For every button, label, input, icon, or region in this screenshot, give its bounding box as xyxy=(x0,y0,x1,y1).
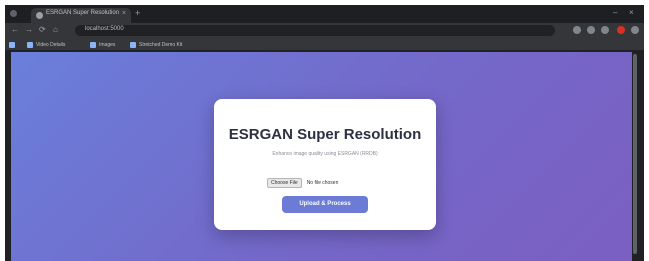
extension-icon[interactable] xyxy=(573,26,581,34)
window-menu-icon[interactable] xyxy=(10,10,17,17)
choose-file-button[interactable]: Choose File xyxy=(267,178,302,188)
browser-tab[interactable]: ESRGAN Super Resolution × xyxy=(31,8,131,23)
browser-toolbar: ← → ⟳ ⌂ localhost:5000 xyxy=(5,23,644,38)
page-title: ESRGAN Super Resolution xyxy=(228,126,422,143)
browser-window: ESRGAN Super Resolution × + – × ← → ⟳ ⌂ … xyxy=(5,5,644,261)
browser-menu-icon[interactable] xyxy=(631,26,639,34)
file-status: No file chosen xyxy=(306,180,339,186)
scrollbar-thumb[interactable] xyxy=(633,54,637,254)
new-tab-button[interactable]: + xyxy=(135,8,140,18)
profile-avatar-icon[interactable] xyxy=(617,26,625,34)
page-subtitle: Enhance image quality using ESRGAN (RRDB… xyxy=(272,151,378,157)
apps-icon[interactable] xyxy=(9,41,15,48)
tab-close-icon[interactable]: × xyxy=(122,10,126,17)
upload-card: ESRGAN Super Resolution Enhance image qu… xyxy=(214,99,436,230)
tab-strip: ESRGAN Super Resolution × + – × xyxy=(5,5,644,23)
tab-favicon-icon xyxy=(36,12,43,19)
page-viewport: ESRGAN Super Resolution Enhance image qu… xyxy=(11,52,638,261)
bookmark-star-icon[interactable] xyxy=(587,26,595,34)
home-icon[interactable]: ⌂ xyxy=(53,25,58,34)
bookmark-item[interactable]: Images xyxy=(90,41,115,48)
bookmarks-bar: Video Details Images Stretched Demo Kit xyxy=(5,38,644,51)
minimize-icon[interactable]: – xyxy=(613,8,617,17)
tab-title: ESRGAN Super Resolution xyxy=(46,10,120,16)
back-icon[interactable]: ← xyxy=(11,25,19,34)
bookmark-item[interactable]: Stretched Demo Kit xyxy=(130,41,182,48)
scrollbar[interactable] xyxy=(632,52,638,261)
downloads-icon[interactable] xyxy=(601,26,609,34)
file-input: Choose File No file chosen xyxy=(267,178,338,188)
close-window-icon[interactable]: × xyxy=(629,8,634,17)
forward-icon[interactable]: → xyxy=(25,25,33,34)
reload-icon[interactable]: ⟳ xyxy=(39,25,46,34)
bookmark-item[interactable]: Video Details xyxy=(27,41,65,48)
address-url: localhost:5000 xyxy=(85,26,124,32)
address-bar[interactable]: localhost:5000 xyxy=(75,25,555,36)
upload-process-button[interactable]: Upload & Process xyxy=(282,196,368,213)
